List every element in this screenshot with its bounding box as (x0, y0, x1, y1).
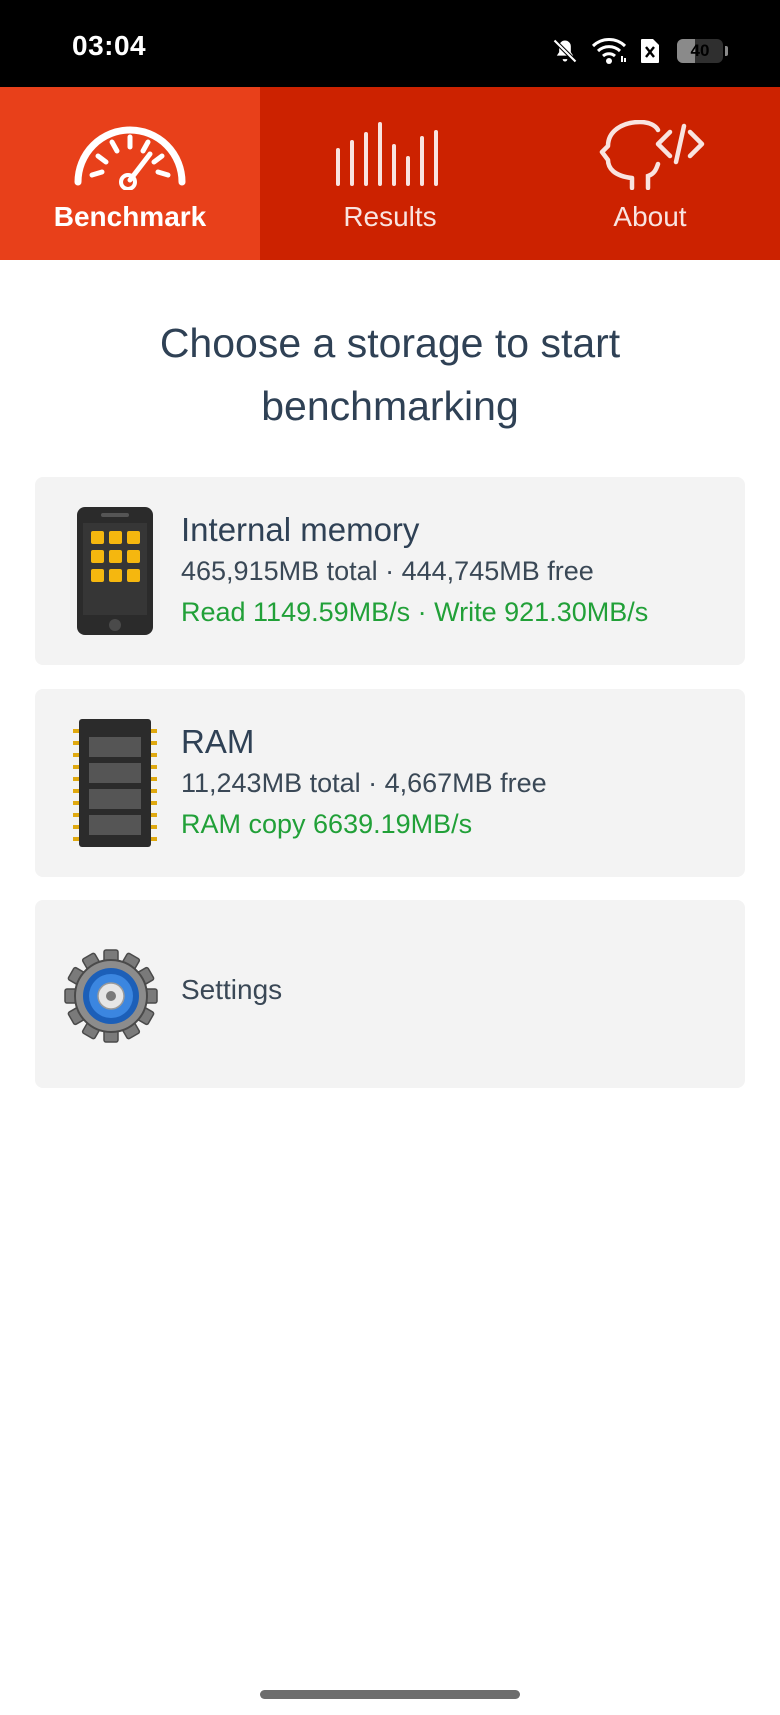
bell-off-icon (551, 37, 579, 65)
internal-memory-speed: Read 1149.59MB/s · Write 921.30MB/s (181, 597, 649, 627)
screen: 03:04 40 Benchmark Results About Choose … (0, 0, 780, 1715)
tab-results-label: Results (343, 201, 437, 232)
tab-results[interactable]: Results (260, 87, 520, 260)
status-bar: 03:04 40 (0, 0, 780, 87)
bars-icon (330, 115, 450, 195)
page-title: Choose a storage to start benchmarking (159, 320, 621, 429)
battery-cap (725, 46, 728, 56)
internal-memory-capacity: 465,915MB total · 444,745MB free (181, 556, 594, 586)
ram-card[interactable]: RAM 11,243MB total · 4,667MB free RAM co… (35, 689, 745, 877)
head-code-icon (590, 115, 710, 195)
settings-label: Settings (181, 974, 283, 1005)
tab-bar: Benchmark Results About (0, 87, 780, 260)
wifi-icon (591, 37, 627, 65)
settings-card[interactable]: Settings (35, 900, 745, 1088)
battery-level: 40 (690, 41, 710, 60)
ram-text: RAM 11,243MB total · 4,667MB free RAM co… (181, 721, 725, 844)
memory-chip-icon (71, 717, 159, 849)
status-icons: 40 (551, 36, 728, 66)
tab-benchmark[interactable]: Benchmark (0, 87, 260, 260)
internal-memory-text: Internal memory 465,915MB total · 444,74… (181, 509, 725, 632)
tab-benchmark-label: Benchmark (53, 201, 207, 232)
tab-about[interactable]: About (520, 87, 780, 260)
status-time: 03:04 (72, 30, 147, 61)
battery-icon: 40 (677, 39, 723, 63)
ram-speed: RAM copy 6639.19MB/s (181, 809, 473, 839)
internal-memory-title: Internal memory (181, 511, 420, 548)
home-indicator[interactable] (260, 1690, 520, 1699)
gear-icon (63, 948, 159, 1044)
internal-memory-card[interactable]: Internal memory 465,915MB total · 444,74… (35, 477, 745, 665)
speedometer-icon (70, 115, 190, 195)
ram-capacity: 11,243MB total · 4,667MB free (181, 768, 547, 798)
ram-title: RAM (181, 723, 255, 760)
sim-blocked-icon (639, 38, 661, 64)
phone-icon (71, 505, 159, 637)
tab-about-label: About (613, 201, 687, 232)
